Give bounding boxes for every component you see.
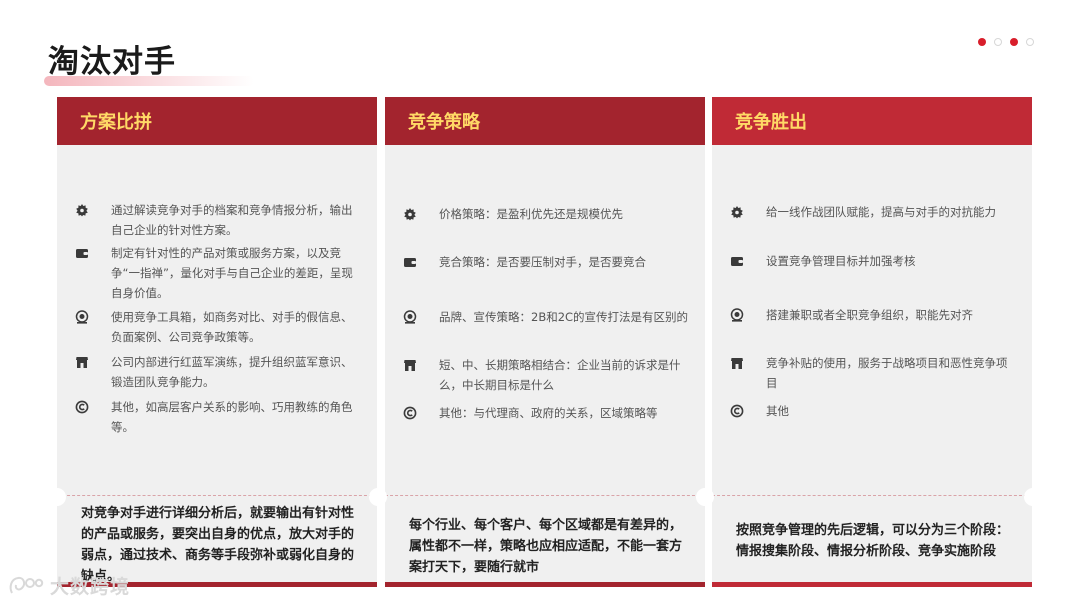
list-item: 公司内部进行红蓝军演练，提升组织蓝军意识、锻造团队竞争能力。 <box>75 352 361 392</box>
card-competitive-strategy: 竞争策略 价格策略：是盈利优先还是规模优先 竞合策略：是否要压制对手，是否要竞合… <box>385 97 705 587</box>
wallet-icon <box>76 249 88 258</box>
list-item: 通过解读竞争对手的档案和竞争情报分析，输出自己企业的针对性方案。 <box>75 200 361 240</box>
list-item: 制定有针对性的产品对策或服务方案，以及竞争“一指禅”，量化对手与自己企业的差距，… <box>75 243 361 303</box>
divider <box>57 495 377 496</box>
list-item-text: 制定有针对性的产品对策或服务方案，以及竞争“一指禅”，量化对手与自己企业的差距，… <box>111 246 353 300</box>
divider <box>385 495 705 496</box>
list-item-text: 竞争补贴的使用，服务于战略项目和恶性竞争项目 <box>766 356 1008 390</box>
wallet-icon <box>404 258 416 267</box>
card-header: 竞争策略 <box>385 97 705 145</box>
card-title: 方案比拼 <box>80 112 152 133</box>
copyright-icon <box>75 400 89 414</box>
list-item: 其他，如高层客户关系的影响、巧用教练的角色等。 <box>75 397 361 437</box>
pagination-dots <box>978 38 1034 46</box>
pagination-dot[interactable] <box>1010 38 1018 46</box>
target-icon <box>75 310 89 324</box>
list-item: 其他 <box>730 401 1016 421</box>
copyright-icon <box>403 406 417 420</box>
card-title: 竞争策略 <box>408 112 480 133</box>
list-item-text: 其他，如高层客户关系的影响、巧用教练的角色等。 <box>111 400 353 434</box>
gear-badge-icon <box>76 204 88 217</box>
brand-logo-icon <box>9 576 44 593</box>
card-header: 方案比拼 <box>57 97 377 145</box>
list-item: 短、中、长期策略相结合：企业当前的诉求是什么，中长期目标是什么 <box>403 355 689 395</box>
card-summary: 每个行业、每个客户、每个区域都是有差异的，属性都不一样，策略也应相应适配，不能一… <box>409 518 683 575</box>
list-item-text: 搭建兼职或者全职竞争组织，职能先对齐 <box>766 308 973 322</box>
list-item: 竞争补贴的使用，服务于战略项目和恶性竞争项目 <box>730 353 1016 393</box>
page-title: 淘汰对手 <box>48 44 176 80</box>
card-bottom-bar <box>712 582 1032 587</box>
list-item-text: 给一线作战团队赋能，提高与对手的对抗能力 <box>766 205 996 219</box>
card-notch <box>369 488 387 506</box>
shop-icon <box>731 358 743 369</box>
list-item: 价格策略：是盈利优先还是规模优先 <box>403 204 689 224</box>
card-solution-comparison: 方案比拼 通过解读竞争对手的档案和竞争情报分析，输出自己企业的针对性方案。 制定… <box>57 97 377 587</box>
card-notch <box>48 488 66 506</box>
card-bottom-bar <box>385 582 705 587</box>
target-icon <box>730 308 744 322</box>
card-header: 竞争胜出 <box>712 97 1032 145</box>
divider <box>712 495 1032 496</box>
list-item-text: 竞合策略：是否要压制对手，是否要竞合 <box>439 255 646 269</box>
list-item-text: 通过解读竞争对手的档案和竞争情报分析，输出自己企业的针对性方案。 <box>111 203 353 237</box>
pagination-dot[interactable] <box>1026 38 1034 46</box>
list-item-text: 品牌、宣传策略：2B和2C的宣传打法是有区别的 <box>439 310 689 324</box>
list-item: 给一线作战团队赋能，提高与对手的对抗能力 <box>730 202 1016 222</box>
gear-badge-icon <box>404 208 416 221</box>
list-item-text: 其他 <box>766 404 789 418</box>
watermark-text: 大数跨境 <box>50 576 131 598</box>
list-item-text: 设置竞争管理目标并加强考核 <box>766 254 916 268</box>
card-title: 竞争胜出 <box>735 112 807 133</box>
shop-icon <box>76 357 88 368</box>
card-item-list: 价格策略：是盈利优先还是规模优先 竞合策略：是否要压制对手，是否要竞合 品牌、宣… <box>385 145 705 495</box>
wallet-icon <box>731 257 743 266</box>
list-item: 搭建兼职或者全职竞争组织，职能先对齐 <box>730 305 1016 325</box>
card-item-list: 通过解读竞争对手的档案和竞争情报分析，输出自己企业的针对性方案。 制定有针对性的… <box>57 145 377 495</box>
list-item: 其他：与代理商、政府的关系，区域策略等 <box>403 403 689 423</box>
list-item-text: 价格策略：是盈利优先还是规模优先 <box>439 207 623 221</box>
list-item: 设置竞争管理目标并加强考核 <box>730 251 1016 271</box>
card-win-competition: 竞争胜出 给一线作战团队赋能，提高与对手的对抗能力 设置竞争管理目标并加强考核 … <box>712 97 1032 587</box>
gear-badge-icon <box>731 206 743 219</box>
list-item: 使用竞争工具箱，如商务对比、对手的假信息、负面案例、公司竞争政策等。 <box>75 307 361 347</box>
card-item-list: 给一线作战团队赋能，提高与对手的对抗能力 设置竞争管理目标并加强考核 搭建兼职或… <box>712 145 1032 495</box>
card-summary: 按照竞争管理的先后逻辑，可以分为三个阶段：情报搜集阶段、情报分析阶段、竞争实施阶… <box>736 523 1010 559</box>
target-icon <box>403 310 417 324</box>
list-item-text: 其他：与代理商、政府的关系，区域策略等 <box>439 406 658 420</box>
shop-icon <box>404 360 416 371</box>
card-notch <box>696 488 714 506</box>
list-item: 品牌、宣传策略：2B和2C的宣传打法是有区别的 <box>403 307 689 327</box>
list-item-text: 使用竞争工具箱，如商务对比、对手的假信息、负面案例、公司竞争政策等。 <box>111 310 353 344</box>
pagination-dot[interactable] <box>978 38 986 46</box>
copyright-icon <box>730 404 744 418</box>
pagination-dot[interactable] <box>994 38 1002 46</box>
title-underline <box>44 76 254 86</box>
list-item: 竞合策略：是否要压制对手，是否要竞合 <box>403 252 689 272</box>
card-notch <box>1024 488 1042 506</box>
list-item-text: 公司内部进行红蓝军演练，提升组织蓝军意识、锻造团队竞争能力。 <box>111 355 353 389</box>
list-item-text: 短、中、长期策略相结合：企业当前的诉求是什么，中长期目标是什么 <box>439 358 681 392</box>
watermark: 大数跨境 <box>8 572 130 599</box>
